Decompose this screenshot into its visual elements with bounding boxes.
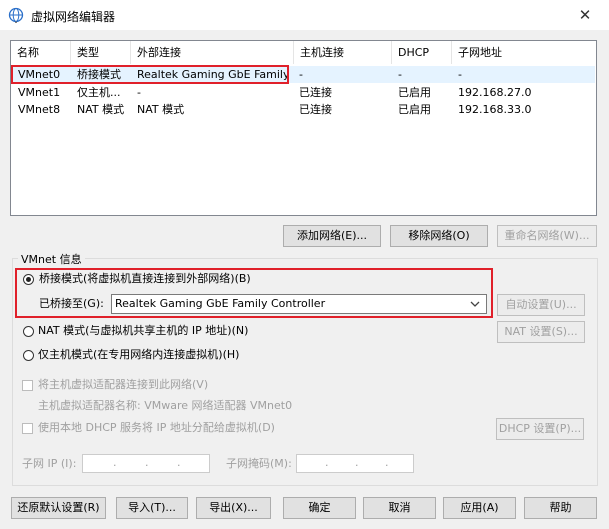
restore-defaults-button[interactable]: 还原默认设置(R) [11, 497, 106, 519]
host-only-label[interactable]: 仅主机模式(在专用网络内连接虚拟机)(H) [38, 348, 239, 362]
cell-type: NAT 模式 [77, 103, 125, 116]
table-row[interactable]: VMnet8 NAT 模式 NAT 模式 已连接 已启用 192.168.33.… [12, 101, 595, 118]
bridged-radio[interactable] [23, 274, 34, 285]
cell-name: VMnet8 [18, 103, 61, 116]
cell-host: - [299, 68, 303, 81]
remove-network-button[interactable]: 移除网络(O) [390, 225, 488, 247]
vmnet-info-title: VMnet 信息 [18, 251, 85, 267]
dhcp-checkbox[interactable] [22, 423, 33, 434]
bridged-to-value: Realtek Gaming GbE Family Controller [115, 297, 326, 310]
subnet-ip-input[interactable]: . . . [82, 454, 210, 473]
add-network-button[interactable]: 添加网络(E)... [283, 225, 381, 247]
cell-external: NAT 模式 [137, 103, 185, 116]
nat-radio[interactable] [23, 326, 34, 337]
bridged-label[interactable]: 桥接模式(将虚拟机直接连接到外部网络)(B) [39, 272, 251, 286]
window-title: 虚拟网络编辑器 [31, 10, 116, 24]
cancel-button[interactable]: 取消 [363, 497, 436, 519]
dhcp-settings-button[interactable]: DHCP 设置(P)... [496, 418, 584, 440]
chevron-down-icon [470, 301, 480, 307]
connect-adapter-label[interactable]: 将主机虚拟适配器连接到此网络(V) [38, 378, 208, 392]
help-button[interactable]: 帮助 [524, 497, 597, 519]
cell-subnet: 192.168.27.0 [458, 86, 532, 99]
subnet-mask-label: 子网掩码(M): [226, 457, 292, 470]
globe-icon [8, 7, 24, 23]
rename-network-button[interactable]: 重命名网络(W)... [497, 225, 597, 247]
ok-button[interactable]: 确定 [283, 497, 356, 519]
cell-host: 已连接 [299, 86, 332, 99]
import-button[interactable]: 导入(T)... [116, 497, 188, 519]
bridged-to-label: 已桥接至(G): [39, 297, 104, 310]
cell-subnet: 192.168.33.0 [458, 103, 532, 116]
column-header-type[interactable]: 类型 [71, 41, 131, 64]
cell-name: VMnet1 [18, 86, 61, 99]
column-header-external[interactable]: 外部连接 [131, 41, 294, 64]
cell-dhcp: 已启用 [398, 86, 431, 99]
column-header-name[interactable]: 名称 [11, 41, 71, 64]
table-row[interactable]: VMnet1 仅主机... - 已连接 已启用 192.168.27.0 [12, 84, 595, 101]
close-icon[interactable]: ✕ [570, 2, 600, 28]
cell-dhcp: 已启用 [398, 103, 431, 116]
dhcp-label[interactable]: 使用本地 DHCP 服务将 IP 地址分配给虚拟机(D) [38, 421, 275, 435]
auto-settings-button[interactable]: 自动设置(U)... [497, 294, 585, 316]
connect-adapter-checkbox[interactable] [22, 380, 33, 391]
subnet-ip-label: 子网 IP (I): [22, 457, 77, 470]
bridged-to-select[interactable]: Realtek Gaming GbE Family Controller [111, 294, 487, 314]
subnet-mask-input[interactable]: . . . [296, 454, 414, 473]
export-button[interactable]: 导出(X)... [196, 497, 271, 519]
cell-host: 已连接 [299, 103, 332, 116]
cell-type: 仅主机... [77, 86, 121, 99]
cell-external: - [137, 86, 141, 99]
host-only-radio[interactable] [23, 350, 34, 361]
adapter-name-label: 主机虚拟适配器名称: VMware 网络适配器 VMnet0 [38, 399, 293, 412]
nat-settings-button[interactable]: NAT 设置(S)... [497, 321, 585, 343]
cell-dhcp: - [398, 68, 402, 81]
cell-subnet: - [458, 68, 462, 81]
nat-label[interactable]: NAT 模式(与虚拟机共享主机的 IP 地址)(N) [38, 324, 248, 338]
column-header-subnet[interactable]: 子网地址 [452, 41, 596, 64]
apply-button[interactable]: 应用(A) [443, 497, 516, 519]
column-header-dhcp[interactable]: DHCP [392, 41, 452, 64]
vmnet0-row-highlight [11, 65, 289, 84]
column-header-host[interactable]: 主机连接 [294, 41, 392, 64]
